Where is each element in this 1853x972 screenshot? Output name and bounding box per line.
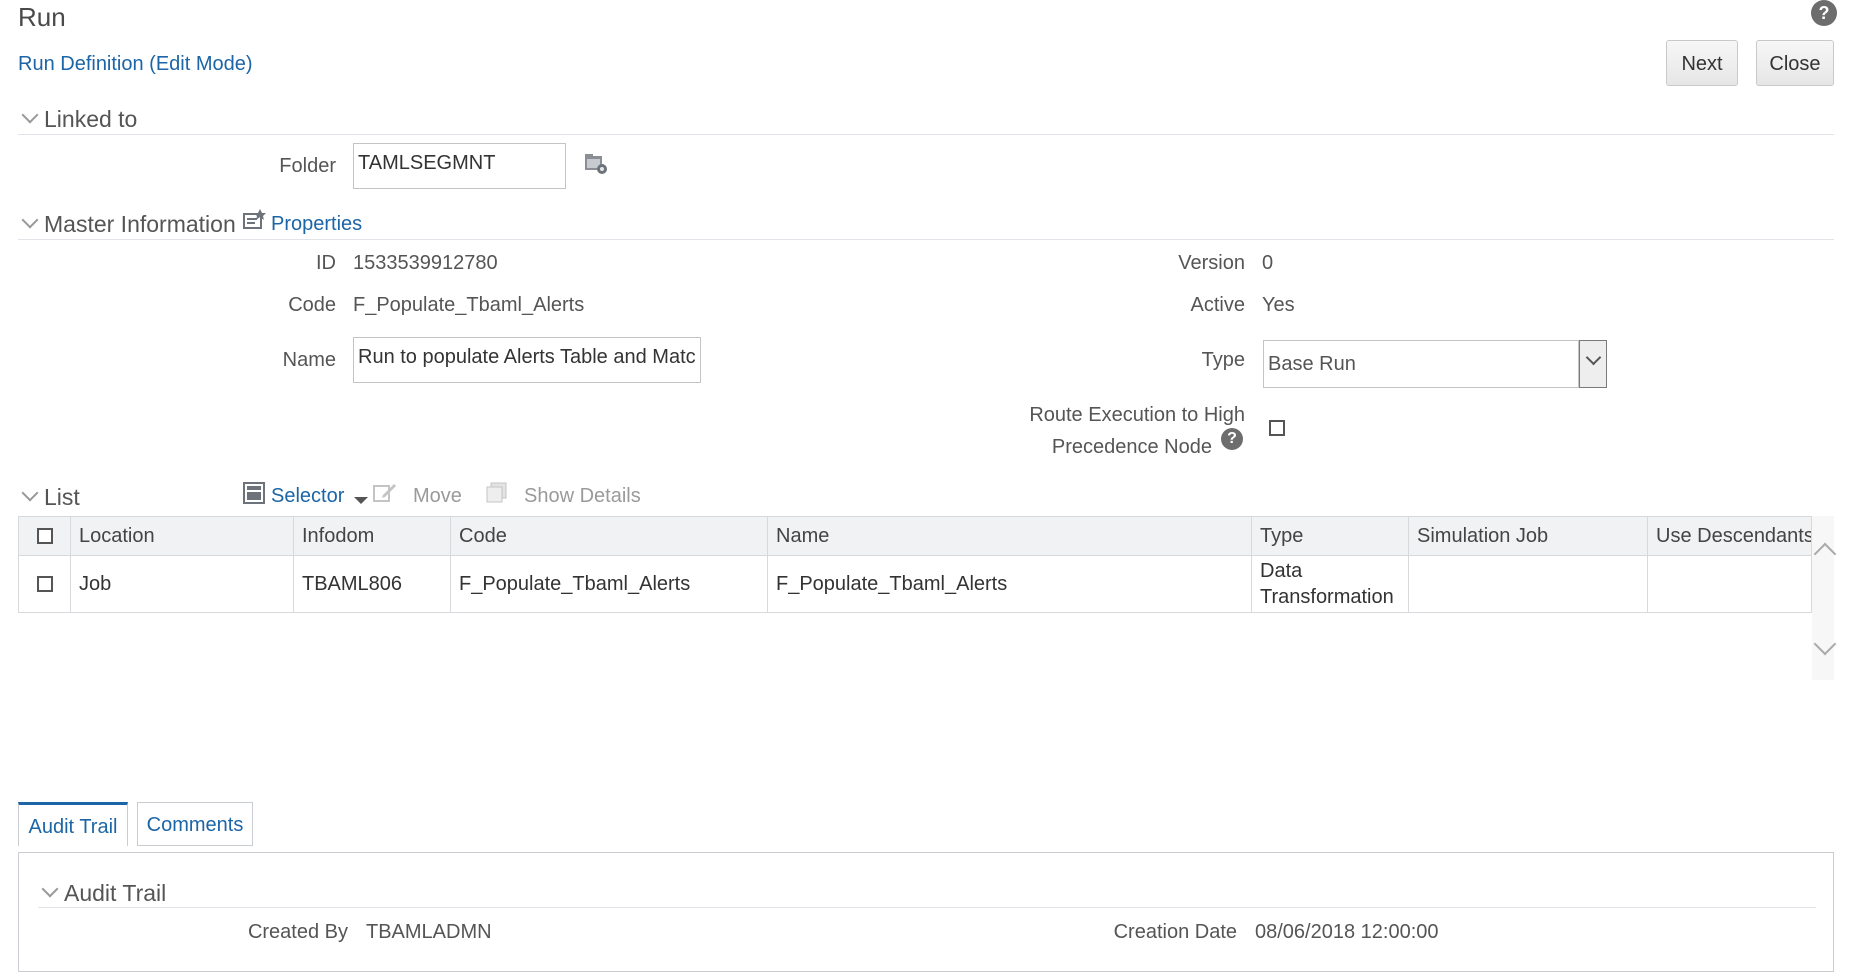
column-header-type[interactable]: Type	[1252, 517, 1409, 555]
move-icon	[373, 481, 397, 503]
folder-field[interactable]: TAMLSEGMNT	[353, 143, 566, 189]
selector-button[interactable]: Selector	[271, 485, 344, 508]
route-label-line2: Precedence Node	[1051, 436, 1212, 458]
name-field[interactable]: Run to populate Alerts Table and Matc	[353, 337, 701, 383]
code-value: F_Populate_Tbaml_Alerts	[353, 294, 585, 316]
version-label: Version	[1178, 252, 1245, 274]
next-button[interactable]: Next	[1666, 40, 1738, 86]
move-button: Move	[413, 485, 462, 507]
divider	[18, 239, 1834, 240]
tab-audit-trail[interactable]: Audit Trail	[18, 802, 128, 846]
chevron-down-icon	[21, 106, 39, 124]
column-header-infodom[interactable]: Infodom	[294, 517, 451, 555]
properties-icon[interactable]	[243, 208, 267, 230]
code-label: Code	[288, 294, 336, 316]
table-header: Location Infodom Code Name Type Simulati…	[19, 517, 1811, 556]
show-details-icon	[486, 482, 508, 504]
chevron-down-icon	[21, 484, 39, 502]
chevron-down-icon[interactable]	[1579, 340, 1607, 388]
select-all-checkbox[interactable]	[36, 528, 53, 544]
linked-to-section-header[interactable]: Linked to	[18, 106, 137, 133]
audit-trail-section-header[interactable]: Audit Trail	[38, 880, 166, 907]
name-label: Name	[282, 349, 336, 371]
list-title: List	[44, 484, 80, 510]
cell-type-line1: Data	[1260, 560, 1303, 582]
cell-type-line2: Transformation	[1260, 586, 1394, 608]
creation-date-label: Creation Date	[1113, 921, 1237, 943]
cell-name: F_Populate_Tbaml_Alerts	[768, 556, 1252, 612]
audit-trail-title: Audit Trail	[64, 880, 167, 906]
cell-infodom: TBAML806	[294, 556, 451, 612]
folder-browse-icon[interactable]	[584, 153, 608, 175]
show-details-button: Show Details	[524, 485, 641, 507]
id-label: ID	[316, 252, 336, 274]
type-select[interactable]: Base Run	[1263, 340, 1579, 388]
scroll-up-icon[interactable]	[1813, 542, 1837, 566]
cell-simulation-job	[1409, 556, 1648, 612]
column-header-location[interactable]: Location	[71, 517, 294, 555]
help-icon[interactable]: ?	[1221, 428, 1243, 450]
selector-icon[interactable]	[243, 482, 265, 504]
tab-comments[interactable]: Comments	[137, 802, 253, 846]
creation-date-value: 08/06/2018 12:00:00	[1255, 921, 1439, 943]
created-by-label: Created By	[247, 921, 348, 943]
help-icon[interactable]: ?	[1811, 0, 1837, 26]
column-header-use-descendants[interactable]: Use Descendants	[1648, 517, 1811, 555]
cell-type: Data Transformation	[1252, 556, 1409, 612]
id-value: 1533539912780	[353, 252, 498, 274]
column-header-simulation-job[interactable]: Simulation Job	[1409, 517, 1648, 555]
chevron-down-icon	[41, 880, 59, 898]
version-value: 0	[1262, 252, 1274, 274]
chevron-down-icon	[21, 211, 39, 229]
select-all-cell	[19, 517, 71, 555]
master-information-title: Master Information	[44, 211, 236, 237]
active-label: Active	[1190, 294, 1245, 316]
type-label: Type	[1201, 349, 1245, 371]
caret-down-icon[interactable]	[354, 497, 368, 504]
page-title: Run	[18, 2, 66, 32]
page-subtitle: Run Definition (Edit Mode)	[18, 53, 253, 75]
list-table: Location Infodom Code Name Type Simulati…	[18, 516, 1812, 613]
close-button[interactable]: Close	[1756, 40, 1834, 86]
column-header-code[interactable]: Code	[451, 517, 768, 555]
route-execution-checkbox[interactable]	[1269, 420, 1285, 436]
created-by-value: TBAMLADMN	[366, 921, 492, 943]
folder-label: Folder	[279, 155, 336, 177]
list-scrollbar[interactable]	[1812, 516, 1837, 680]
divider	[38, 907, 1816, 908]
audit-trail-panel	[18, 852, 1834, 972]
properties-link[interactable]: Properties	[271, 213, 362, 236]
list-section-header[interactable]: List	[18, 484, 80, 511]
route-label-line1: Route Execution to High	[1029, 404, 1245, 426]
row-checkbox[interactable]	[36, 576, 53, 592]
row-select-cell	[19, 556, 71, 612]
cell-location: Job	[71, 556, 294, 612]
linked-to-title: Linked to	[44, 106, 138, 132]
master-information-section-header[interactable]: Master Information	[18, 211, 236, 238]
column-header-name[interactable]: Name	[768, 517, 1252, 555]
cell-use-descendants	[1648, 556, 1811, 612]
cell-code: F_Populate_Tbaml_Alerts	[451, 556, 768, 612]
scroll-down-icon[interactable]	[1813, 632, 1837, 656]
table-row[interactable]: Job TBAML806 F_Populate_Tbaml_Alerts F_P…	[19, 556, 1811, 612]
divider	[18, 134, 1834, 135]
active-value: Yes	[1262, 294, 1295, 316]
